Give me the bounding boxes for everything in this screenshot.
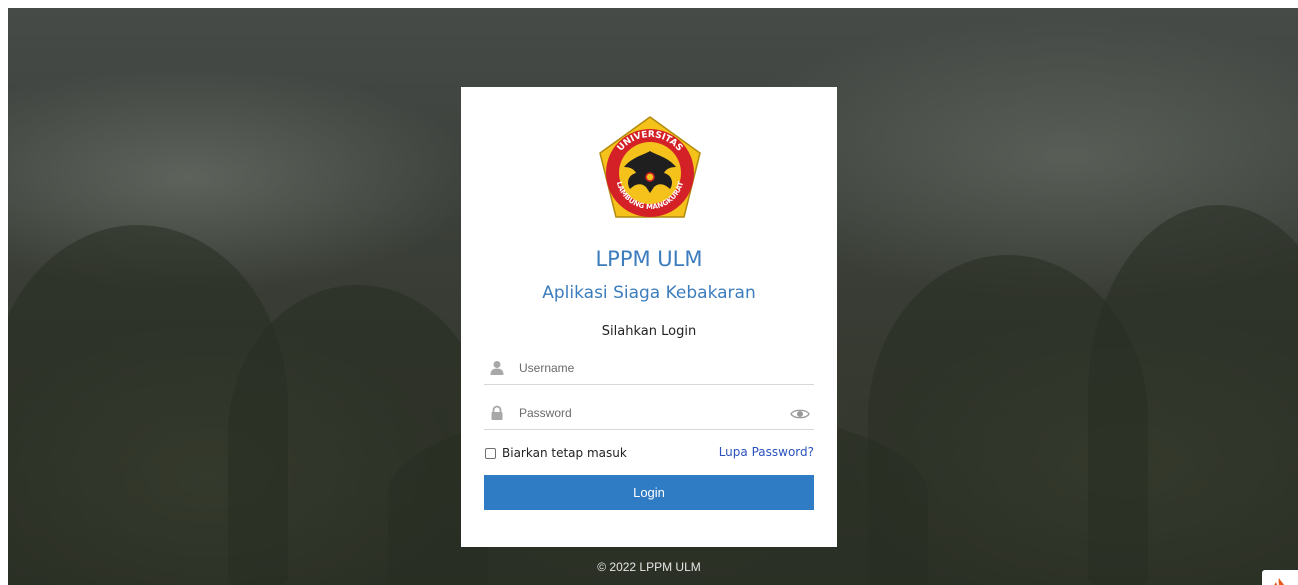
lock-icon [489,405,505,421]
eye-icon[interactable] [790,407,810,421]
remember-checkbox[interactable] [485,447,496,459]
remember-me[interactable]: Biarkan tetap masuk [485,444,627,462]
remember-label: Biarkan tetap masuk [502,446,627,460]
flame-icon [1272,578,1286,585]
user-icon [489,360,505,376]
login-prompt: Silahkan Login [601,324,697,339]
forgot-password-link[interactable]: Lupa Password? [719,445,814,459]
corner-widget[interactable] [1262,570,1298,585]
username-field [484,356,814,385]
background-tree [1088,205,1298,585]
login-card: UNIVERSITAS LAMBUNG MANGKURAT LPPM ULM A… [461,87,837,547]
background-forest: UNIVERSITAS LAMBUNG MANGKURAT LPPM ULM A… [8,8,1298,585]
password-field [484,401,814,430]
password-input[interactable] [519,403,779,423]
footer-copyright: © 2022 LPPM ULM [597,560,701,574]
username-input[interactable] [519,358,779,378]
university-logo: UNIVERSITAS LAMBUNG MANGKURAT [592,113,708,229]
app-title: LPPM ULM [595,247,703,271]
login-button[interactable]: Login [484,475,814,510]
app-subtitle: Aplikasi Siaga Kebakaran [542,283,756,303]
